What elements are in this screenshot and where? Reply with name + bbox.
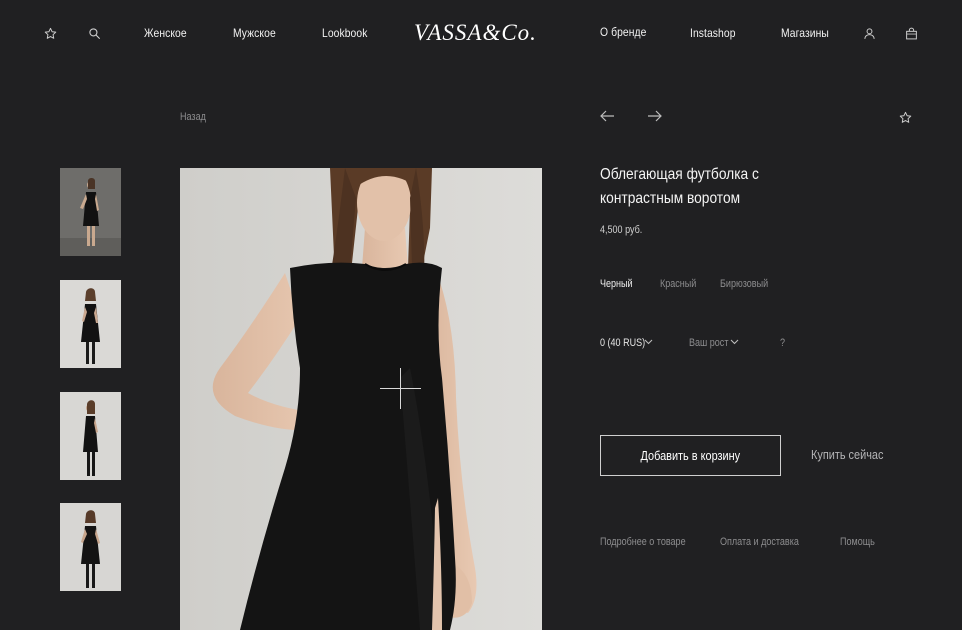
arrow-right-icon[interactable]: [647, 110, 662, 122]
brand-logo[interactable]: VASSA&Co.: [414, 20, 537, 46]
nav-women[interactable]: Женское: [144, 26, 187, 40]
nav-about-brand[interactable]: О бренде: [600, 25, 646, 39]
color-option-turquoise[interactable]: Бирюзовый: [720, 278, 768, 290]
size-select-value: 0 (40 RUS): [600, 337, 646, 349]
tab-help[interactable]: Помощь: [840, 536, 875, 548]
chevron-down-icon[interactable]: [644, 339, 653, 345]
add-to-cart-label: Добавить в корзину: [640, 448, 741, 463]
color-option-black[interactable]: Черный: [600, 278, 633, 290]
main-product-image[interactable]: [180, 168, 542, 630]
color-option-red[interactable]: Красный: [660, 278, 696, 290]
gallery-thumbnail-4[interactable]: [60, 503, 121, 591]
shopping-bag-icon[interactable]: [905, 27, 918, 40]
back-link[interactable]: Назад: [180, 111, 206, 123]
wishlist-star-icon[interactable]: [899, 111, 912, 124]
nav-instashop[interactable]: Instashop: [690, 26, 736, 40]
size-help-link[interactable]: ?: [780, 337, 785, 349]
product-title: Облегающая футболка с контрастным ворото…: [600, 166, 759, 207]
gallery-thumbnail-3[interactable]: [60, 392, 121, 480]
search-icon[interactable]: [88, 27, 101, 40]
favorites-star-icon[interactable]: [44, 27, 57, 40]
user-icon[interactable]: [863, 27, 876, 40]
add-to-cart-button[interactable]: Добавить в корзину: [600, 435, 781, 476]
nav-lookbook[interactable]: Lookbook: [322, 26, 367, 40]
zoom-plus-icon[interactable]: [380, 368, 421, 409]
tab-product-details[interactable]: Подробнее о товаре: [600, 536, 686, 548]
gallery-thumbnail-2[interactable]: [60, 280, 121, 368]
height-select-placeholder: Ваш рост: [689, 337, 729, 349]
gallery-thumbnail-1[interactable]: [60, 168, 121, 256]
tab-payment-delivery[interactable]: Оплата и доставка: [720, 536, 799, 548]
product-price: 4,500 руб.: [600, 224, 643, 236]
nav-stores[interactable]: Магазины: [781, 26, 829, 40]
nav-men[interactable]: Мужское: [233, 26, 276, 40]
chevron-down-icon[interactable]: [730, 339, 739, 345]
buy-now-button[interactable]: Купить сейчас: [811, 447, 883, 462]
arrow-left-icon[interactable]: [600, 110, 615, 122]
